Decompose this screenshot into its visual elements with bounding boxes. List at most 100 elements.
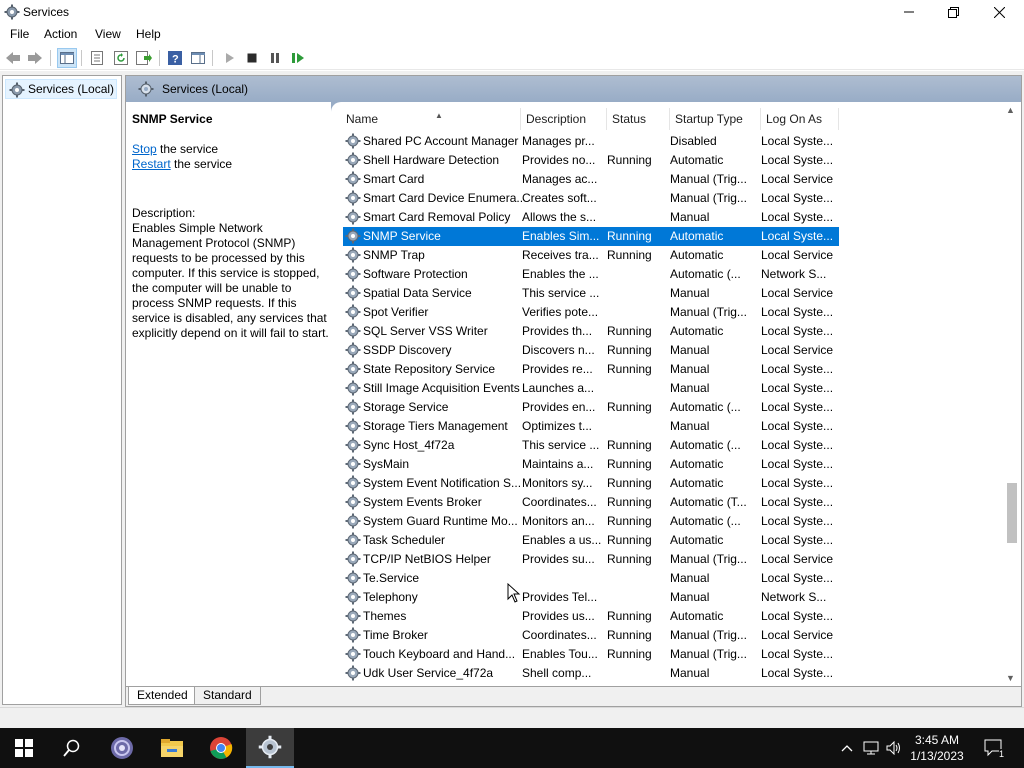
show-hide-action-pane-button[interactable] — [188, 48, 208, 68]
tab-standard[interactable]: Standard — [194, 687, 261, 705]
refresh-icon — [114, 51, 128, 65]
scrollbar-thumb[interactable] — [1007, 483, 1017, 543]
back-button[interactable] — [3, 48, 23, 68]
service-row[interactable]: Software Protection Enables the ... Automa… — [343, 265, 839, 284]
service-row[interactable]: Still Image Acquisition Events Launches a… — [343, 379, 839, 398]
service-row[interactable]: Spot Verifier Verifies pote... Manual (Tri… — [343, 303, 839, 322]
export-list-button[interactable] — [134, 48, 154, 68]
help-button[interactable]: ? — [165, 48, 185, 68]
minimize-button[interactable] — [886, 0, 932, 24]
column-header-startup-type[interactable]: Startup Type — [670, 108, 761, 130]
vertical-scrollbar[interactable]: ▲ ▼ — [1003, 103, 1020, 686]
service-row[interactable]: Task Scheduler Enables a us... Running Auto… — [343, 531, 839, 550]
taskbar-clock[interactable]: 3:45 AM 1/13/2023 — [905, 732, 969, 764]
service-gear-icon — [345, 475, 361, 491]
restart-service-button[interactable] — [288, 48, 308, 68]
service-status: Running — [607, 457, 652, 471]
service-row[interactable]: Smart Card Removal Policy Allows the s...… — [343, 208, 839, 227]
service-gear-icon — [345, 551, 361, 567]
properties-button[interactable] — [87, 48, 107, 68]
start-service-button[interactable] — [219, 48, 239, 68]
service-row[interactable]: Smart Card Manages ac... Manual (Trig... Lo… — [343, 170, 839, 189]
service-row[interactable]: System Events Broker Coordinates... Runnin… — [343, 493, 839, 512]
scroll-down-icon[interactable]: ▼ — [1006, 673, 1015, 683]
taskbar-app-browser[interactable] — [98, 728, 146, 768]
service-row[interactable]: Storage Service Provides en... Running Auto… — [343, 398, 839, 417]
show-hidden-icons-button[interactable] — [838, 728, 856, 768]
service-row[interactable]: Shell Hardware Detection Provides no... Ru… — [343, 151, 839, 170]
restart-service-link[interactable]: Restart — [132, 157, 171, 171]
taskbar-app-file-explorer[interactable] — [148, 728, 196, 768]
service-row[interactable]: SSDP Discovery Discovers n... Running Manua… — [343, 341, 839, 360]
service-row[interactable]: Udk User Service_4f72a Shell comp... Manua… — [343, 664, 839, 683]
service-gear-icon — [345, 589, 361, 605]
service-row[interactable]: TCP/IP NetBIOS Helper Provides su... Runni… — [343, 550, 839, 569]
chevron-up-icon — [841, 745, 853, 752]
forward-button[interactable] — [25, 48, 45, 68]
search-button[interactable] — [48, 728, 96, 768]
service-row[interactable]: Storage Tiers Management Optimizes t... Ma… — [343, 417, 839, 436]
service-row[interactable]: Touch Keyboard and Hand... Enables Tou...… — [343, 645, 839, 664]
column-header-status[interactable]: Status — [607, 108, 670, 130]
taskbar-app-services[interactable] — [246, 728, 294, 768]
service-row[interactable]: Spatial Data Service This service ... Manu… — [343, 284, 839, 303]
service-log-on-as: Local Syste... — [761, 419, 834, 433]
service-startup-type: Automatic — [670, 609, 724, 623]
service-row[interactable]: SNMP Service Enables Sim... Running Automat… — [343, 227, 839, 246]
menu-action[interactable]: Action — [44, 27, 77, 41]
service-row[interactable]: Time Broker Coordinates... Running Manual (… — [343, 626, 839, 645]
search-icon — [63, 739, 80, 757]
menu-bar: File Action View Help — [0, 24, 1024, 44]
column-header-log-on-as[interactable]: Log On As — [761, 108, 839, 130]
service-startup-type: Automatic (T... — [670, 495, 747, 509]
details-header-title: Services (Local) — [162, 82, 249, 96]
service-status: Running — [607, 324, 652, 338]
service-row[interactable]: SNMP Trap Receives tra... Running Automatic… — [343, 246, 839, 265]
service-description: Enables a us... — [522, 533, 602, 547]
taskbar-app-chrome[interactable] — [197, 728, 245, 768]
service-status: Running — [607, 229, 652, 243]
service-gear-icon — [345, 266, 361, 282]
service-gear-icon — [345, 361, 361, 377]
service-name: TCP/IP NetBIOS Helper — [363, 552, 491, 566]
service-row[interactable]: Themes Provides us... Running Automatic Loca… — [343, 607, 839, 626]
service-row[interactable]: Telephony Provides Tel... Manual Network S.… — [343, 588, 839, 607]
service-row[interactable]: System Event Notification S... Monitors s… — [343, 474, 839, 493]
service-log-on-as: Local Service — [761, 552, 834, 566]
column-header-name[interactable]: Name ▲ — [341, 108, 521, 130]
tree-item-services-local[interactable]: Services (Local) — [5, 79, 117, 99]
service-status: Running — [607, 476, 652, 490]
service-row[interactable]: Shared PC Account Manager Manages pr... Di… — [343, 132, 839, 151]
stop-service-link[interactable]: Stop — [132, 142, 157, 156]
menu-view[interactable]: View — [95, 27, 121, 41]
start-button[interactable] — [0, 728, 48, 768]
service-description: Enables the ... — [522, 267, 599, 281]
column-header-description[interactable]: Description — [521, 108, 607, 130]
service-row[interactable]: Sync Host_4f72a This service ... Running Au… — [343, 436, 839, 455]
service-startup-type: Manual — [670, 590, 710, 604]
service-row[interactable]: Te.Service Manual Local Syste... — [343, 569, 839, 588]
service-description: This service ... — [522, 286, 600, 300]
stop-service-button[interactable] — [242, 48, 262, 68]
scroll-up-icon[interactable]: ▲ — [1006, 105, 1015, 115]
pause-service-button[interactable] — [265, 48, 285, 68]
restore-button[interactable] — [930, 0, 976, 24]
service-row[interactable]: SQL Server VSS Writer Provides th... Runni… — [343, 322, 839, 341]
speaker-icon — [886, 741, 900, 755]
service-startup-type: Automatic (... — [670, 438, 741, 452]
service-row[interactable]: System Guard Runtime Mo... Monitors an...… — [343, 512, 839, 531]
refresh-button[interactable] — [111, 48, 131, 68]
menu-help[interactable]: Help — [136, 27, 161, 41]
service-row[interactable]: SysMain Maintains a... Running Automatic Loc… — [343, 455, 839, 474]
service-row[interactable]: Smart Card Device Enumera... Creates soft… — [343, 189, 839, 208]
service-description: Provides us... — [522, 609, 595, 623]
tab-extended[interactable]: Extended — [128, 687, 197, 705]
volume-tray-button[interactable] — [884, 728, 904, 768]
show-hide-console-tree-button[interactable] — [57, 48, 77, 68]
action-center-button[interactable]: 1 — [982, 728, 1006, 768]
menu-file[interactable]: File — [10, 27, 29, 41]
service-row[interactable]: State Repository Service Provides re... Ru… — [343, 360, 839, 379]
network-tray-button[interactable] — [860, 728, 882, 768]
service-startup-type: Manual — [670, 362, 710, 376]
close-button[interactable] — [976, 0, 1022, 24]
